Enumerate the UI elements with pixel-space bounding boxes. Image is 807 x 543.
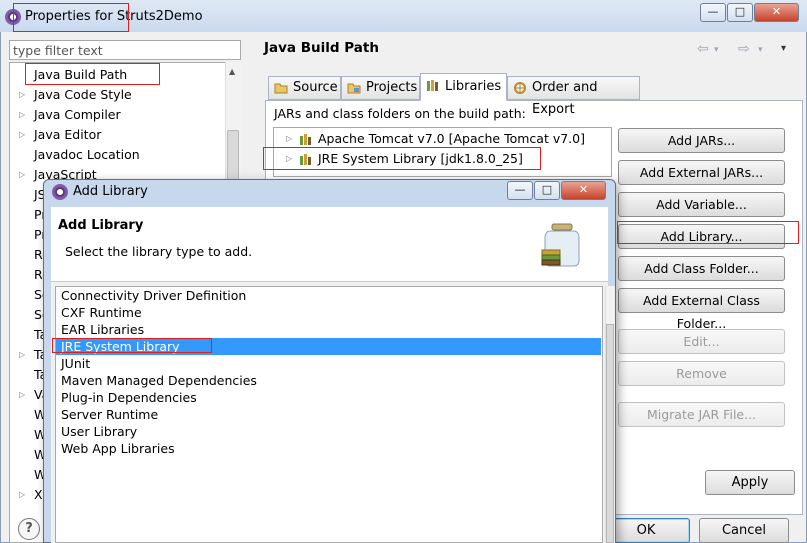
tree-item[interactable]: ▷ Java Compiler <box>10 105 225 125</box>
tree-item-label: Javadoc Location <box>34 147 140 162</box>
expand-arrow-icon[interactable]: ▷ <box>286 149 292 169</box>
library-type-item[interactable]: Server Runtime <box>56 406 601 423</box>
library-type-item[interactable]: JUnit <box>56 355 601 372</box>
libraries-icon <box>427 80 438 91</box>
tab-source-label: Source <box>293 80 338 95</box>
expand-arrow-icon[interactable]: ▷ <box>286 129 292 149</box>
tab-source[interactable]: Source <box>268 76 341 100</box>
library-item-label: JRE System Library [jdk1.8.0_25] <box>318 151 523 166</box>
library-type-item[interactable]: Connectivity Driver Definition <box>56 287 601 304</box>
apply-button[interactable]: Apply <box>705 470 795 495</box>
forward-menu-icon[interactable]: ▾ <box>758 45 763 55</box>
expand-arrow-icon[interactable]: ▷ <box>19 385 25 405</box>
library-type-list[interactable]: Connectivity Driver Definition CXF Runtim… <box>55 286 603 543</box>
cancel-button[interactable]: Cancel <box>699 518 789 543</box>
view-menu-icon[interactable]: ▾ <box>781 43 786 54</box>
tree-item-label: Java Code Style <box>34 87 132 102</box>
library-type-item[interactable]: EAR Libraries <box>56 321 601 338</box>
tab-projects-label: Projects <box>366 80 418 95</box>
close-button[interactable]: ✕ <box>754 3 799 22</box>
remove-button[interactable]: Remove <box>618 361 785 386</box>
add-variable-button[interactable]: Add Variable... <box>618 192 785 217</box>
tree-scrollbar-thumb[interactable] <box>227 130 239 182</box>
page-title: Java Build Path <box>264 40 379 56</box>
dialog-description: Select the library type to add. <box>65 244 253 259</box>
properties-window-title: Properties for Struts2Demo <box>25 9 203 24</box>
add-library-button[interactable]: Add Library... <box>618 224 785 249</box>
library-jar-icon <box>300 134 311 145</box>
library-type-item[interactable]: Web App Libraries <box>56 440 601 457</box>
projects-icon <box>347 83 361 94</box>
tree-item[interactable]: Java Build Path <box>10 65 225 85</box>
add-jars-button[interactable]: Add JARs... <box>618 128 785 153</box>
library-type-item[interactable]: Maven Managed Dependencies <box>56 372 601 389</box>
library-type-item[interactable]: JRE System Library <box>56 338 601 355</box>
maximize-button[interactable]: □ <box>727 3 753 22</box>
add-external-jars-button[interactable]: Add External JARs... <box>618 160 785 185</box>
help-icon[interactable]: ? <box>18 518 40 540</box>
tree-item[interactable]: ▷ Java Editor <box>10 125 225 145</box>
library-type-item[interactable]: User Library <box>56 423 601 440</box>
edit-button[interactable]: Edit... <box>618 329 785 354</box>
forward-arrow-icon[interactable]: ⇨ <box>738 41 750 57</box>
eclipse-app-icon <box>52 184 68 200</box>
tree-item-label: Java Compiler <box>34 107 121 122</box>
expand-arrow-icon[interactable]: ▷ <box>19 165 25 185</box>
expand-arrow-icon[interactable]: ▷ <box>19 105 25 125</box>
minimize-button[interactable]: — <box>700 3 726 22</box>
library-jar-icon <box>300 154 311 165</box>
tree-item-label: Java Build Path <box>34 67 128 82</box>
dialog-maximize-button[interactable]: □ <box>534 181 560 200</box>
expand-arrow-icon[interactable]: ▷ <box>19 345 25 365</box>
dialog-minimize-button[interactable]: — <box>507 181 533 200</box>
library-item-label: Apache Tomcat v7.0 [Apache Tomcat v7.0] <box>318 131 585 146</box>
eclipse-app-icon <box>5 9 21 25</box>
migrate-jar-button[interactable]: Migrate JAR File... <box>618 402 785 427</box>
tab-projects[interactable]: Projects <box>341 76 420 100</box>
back-menu-icon[interactable]: ▾ <box>714 45 719 55</box>
expand-arrow-icon[interactable]: ▷ <box>19 485 25 505</box>
scroll-up-arrow-icon[interactable]: ▲ <box>229 67 235 76</box>
dialog-title: Add Library <box>73 184 148 199</box>
filter-input[interactable] <box>9 40 241 60</box>
tree-item[interactable]: Javadoc Location <box>10 145 225 165</box>
source-folder-icon <box>274 83 288 94</box>
back-arrow-icon[interactable]: ⇦ <box>697 41 709 57</box>
expand-arrow-icon[interactable]: ▷ <box>19 125 25 145</box>
tab-libraries[interactable]: Libraries <box>420 73 507 101</box>
order-export-icon <box>514 82 526 94</box>
type-list-scrollbar-thumb[interactable] <box>606 324 614 543</box>
dialog-close-button[interactable]: ✕ <box>561 181 606 200</box>
add-external-class-folder-button[interactable]: Add External Class Folder... <box>618 288 785 331</box>
library-type-item[interactable]: Plug-in Dependencies <box>56 389 601 406</box>
tab-libraries-label: Libraries <box>445 79 502 94</box>
add-class-folder-button[interactable]: Add Class Folder... <box>618 256 785 281</box>
expand-arrow-icon[interactable]: ▷ <box>19 85 25 105</box>
library-type-item[interactable]: CXF Runtime <box>56 304 601 321</box>
tree-item[interactable]: ▷ Java Code Style <box>10 85 225 105</box>
dialog-heading: Add Library <box>58 218 144 233</box>
jars-label: JARs and class folders on the build path… <box>274 106 526 121</box>
tab-order-and-export[interactable]: Order and Export <box>507 76 640 117</box>
library-jar-banner-icon <box>541 223 580 267</box>
tree-item-label: Java Editor <box>34 127 102 142</box>
